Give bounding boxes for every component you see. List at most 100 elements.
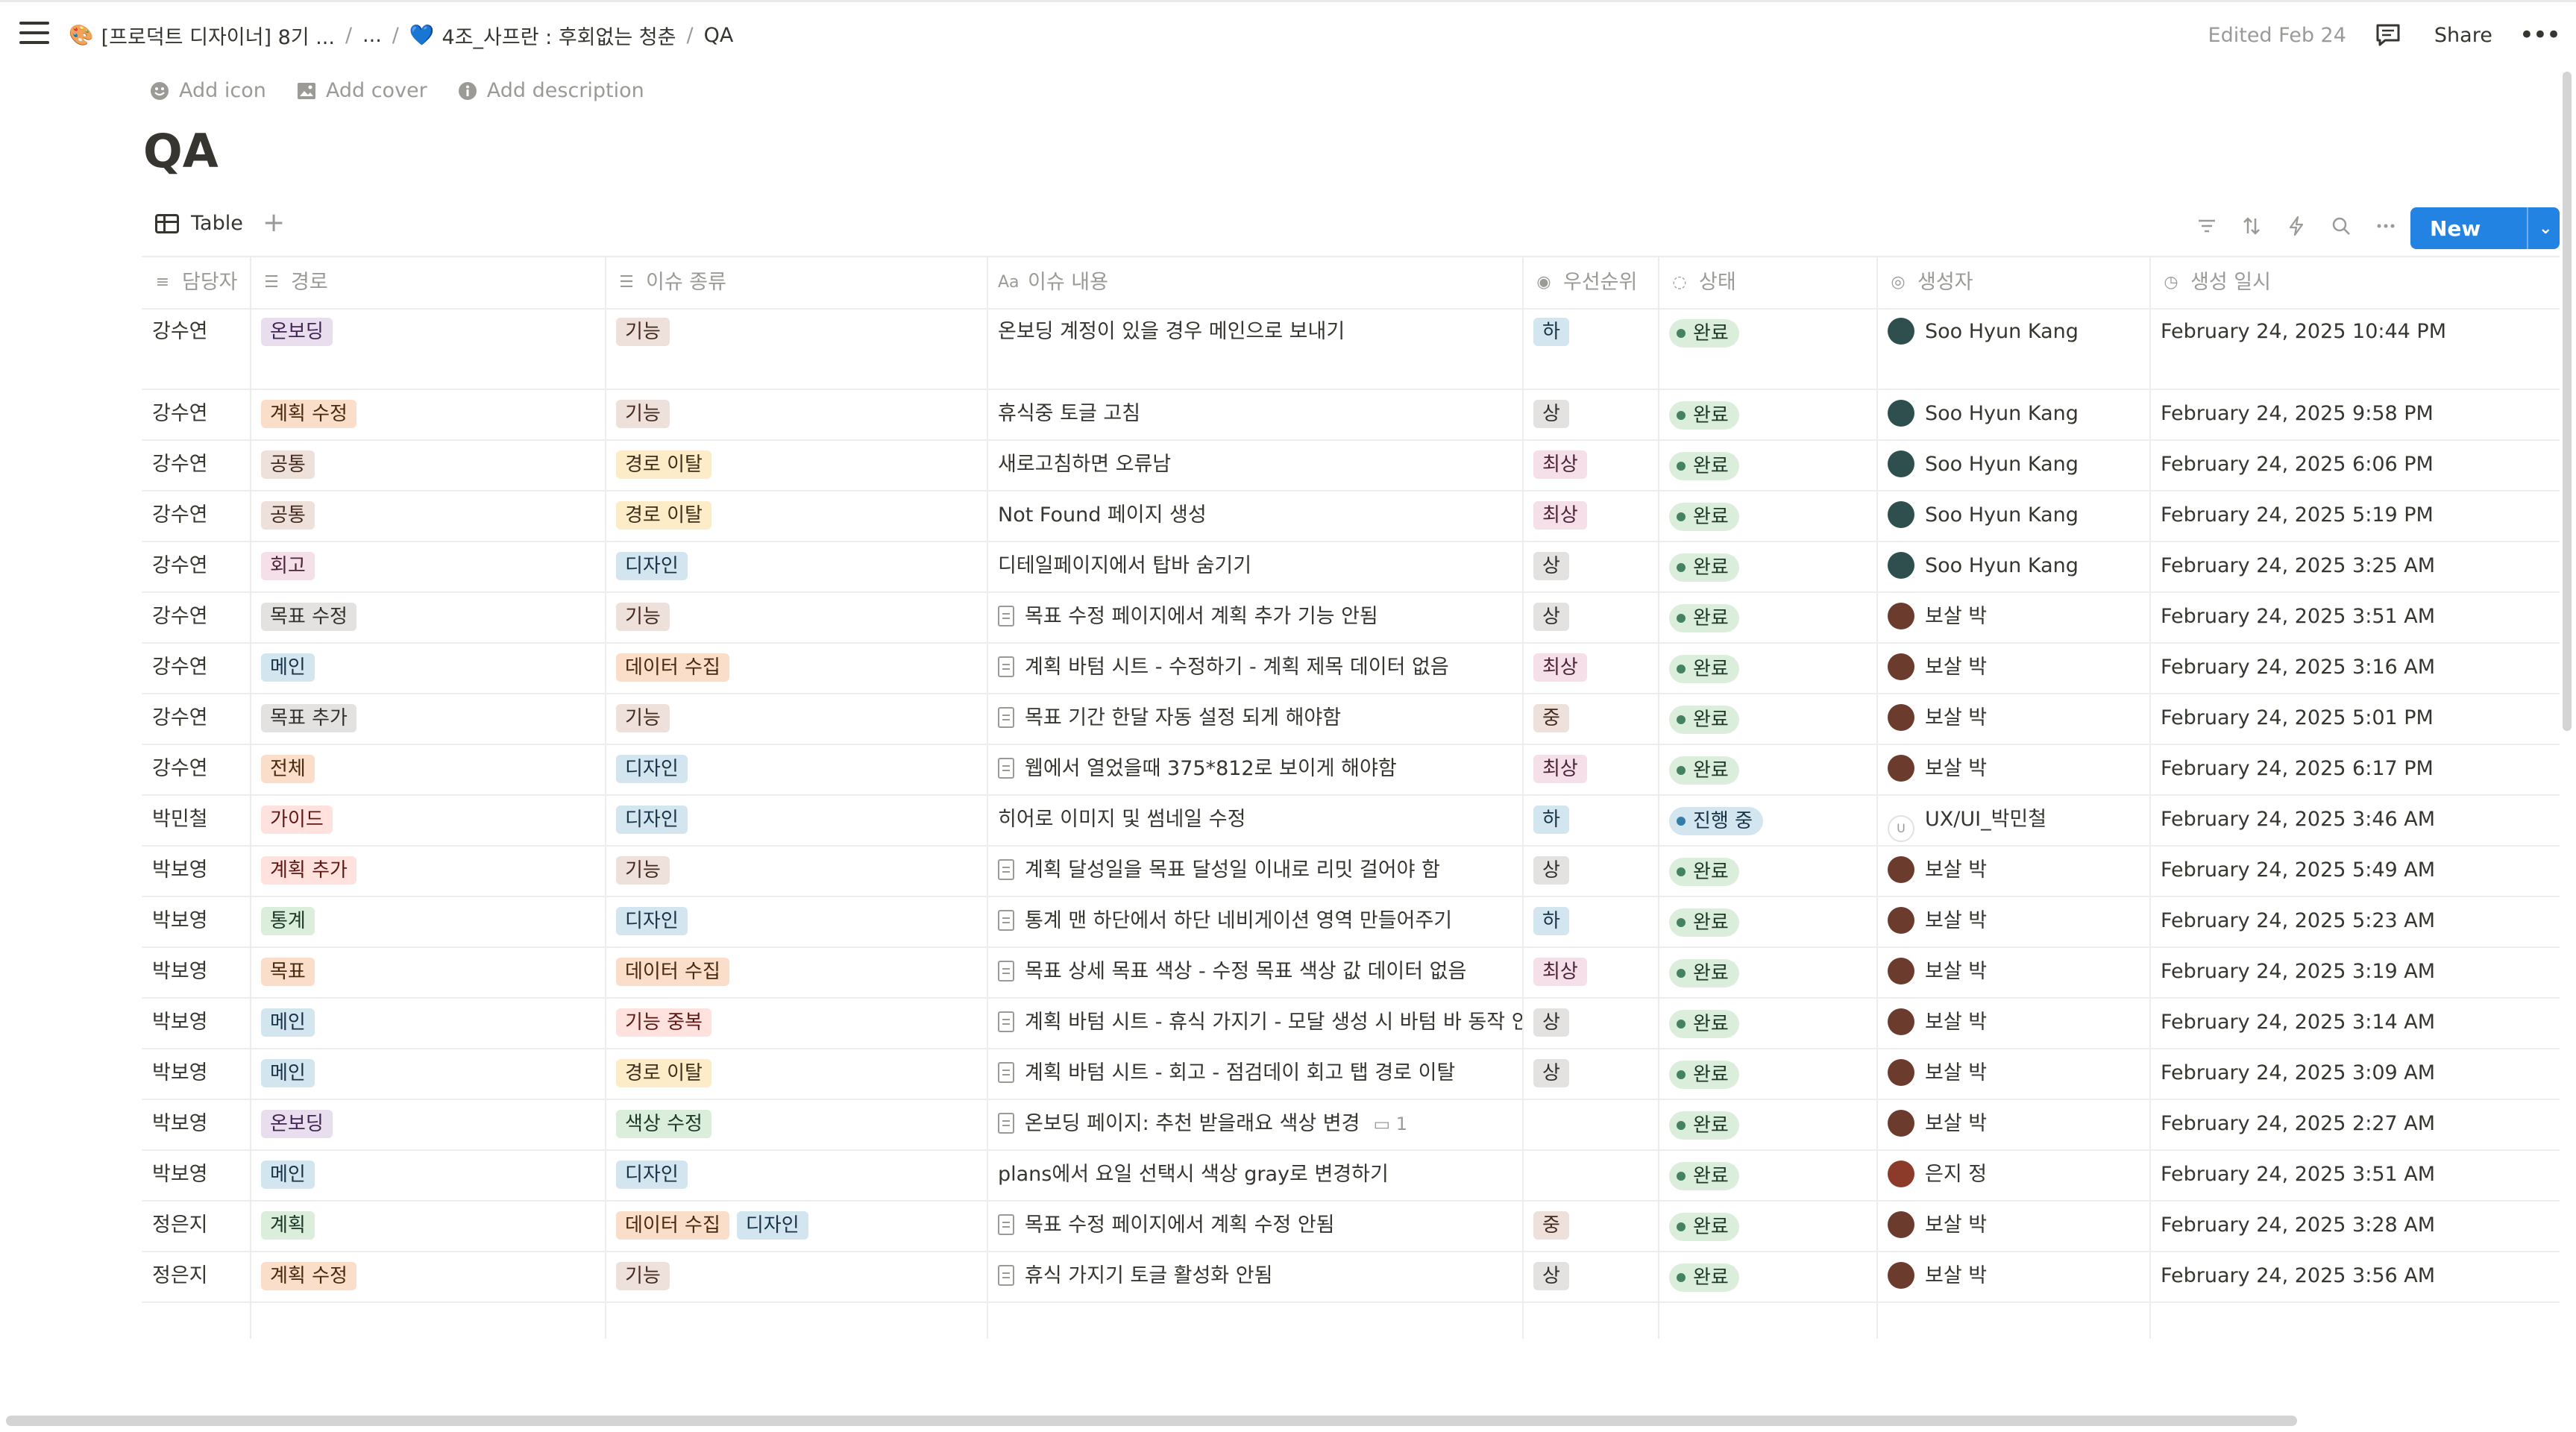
- created-time-cell[interactable]: February 24, 2025 6:06 PM: [2150, 439, 2560, 490]
- creator-cell[interactable]: 보살 박: [1877, 744, 2150, 794]
- sort-icon[interactable]: [2240, 215, 2263, 237]
- created-time-cell[interactable]: February 24, 2025 3:25 AM: [2150, 541, 2560, 591]
- status-cell[interactable]: 완료: [1659, 997, 1877, 1049]
- issue-title-cell[interactable]: 휴식 가지기 토글 활성화 안됨: [987, 1251, 1522, 1301]
- priority-cell[interactable]: 최상: [1523, 946, 1659, 997]
- table-row[interactable]: 박보영 계획 추가 기능 계획 달성일을 목표 달성일 이내로 리밋 걸어야 함 상 완료…: [142, 845, 2560, 897]
- comment-count[interactable]: 1: [1396, 1114, 1407, 1134]
- issue-title-text[interactable]: 계획 달성일을 목표 달성일 이내로 리밋 걸어야 함: [1025, 858, 1440, 882]
- issue-title-cell[interactable]: 목표 상세 목표 색상 - 수정 목표 색상 값 데이터 없음: [987, 946, 1522, 997]
- automation-bolt-icon[interactable]: [2285, 215, 2308, 237]
- column-header[interactable]: ☰ 이슈 종류: [606, 257, 987, 308]
- filter-icon[interactable]: [2196, 215, 2218, 237]
- chevron-down-icon[interactable]: ⌄: [2539, 219, 2552, 238]
- table-row[interactable]: 박보영 메인 경로 이탈 계획 바텀 시트 - 회고 - 점검데이 회고 탭 경로 이…: [142, 1048, 2560, 1100]
- assignee-cell[interactable]: 강수연: [142, 307, 251, 357]
- path-cell[interactable]: 목표 수정: [251, 591, 606, 642]
- table-row[interactable]: 박민철 가이드 디자인 히어로 이미지 및 썸네일 수정 하 진행 중 U UX/UI_박민철…: [142, 794, 2560, 847]
- created-time-cell[interactable]: February 24, 2025 3:16 AM: [2150, 642, 2560, 693]
- priority-cell[interactable]: 최상: [1523, 642, 1659, 693]
- status-cell[interactable]: 완료: [1659, 541, 1877, 592]
- priority-cell[interactable]: [1523, 1149, 1659, 1170]
- issue-kind-cell[interactable]: 경로 이탈: [606, 439, 987, 490]
- breadcrumb-current[interactable]: QA: [704, 24, 734, 47]
- issue-title-cell[interactable]: 계획 바텀 시트 - 휴식 가지기 - 모달 생성 시 바텀 바 동작 안되기: [987, 997, 1522, 1048]
- issue-title-cell[interactable]: 계획 바텀 시트 - 수정하기 - 계획 제목 데이터 없음: [987, 642, 1522, 693]
- issue-kind-cell[interactable]: 디자인: [606, 744, 987, 794]
- path-cell[interactable]: 계획 추가: [251, 845, 606, 896]
- new-button[interactable]: New ⌄: [2410, 207, 2560, 249]
- creator-cell[interactable]: 보살 박: [1877, 845, 2150, 896]
- add-icon-button[interactable]: Add icon: [149, 79, 266, 102]
- issue-kind-cell[interactable]: 색상 수정: [606, 1099, 987, 1149]
- status-cell[interactable]: 완료: [1659, 1251, 1877, 1302]
- issue-title-text[interactable]: 목표 수정 페이지에서 계획 수정 안됨: [1025, 1213, 1335, 1237]
- issue-title-cell[interactable]: 온보딩 페이지: 추천 받을래요 색상 변경 ▭ 1: [987, 1099, 1522, 1149]
- issue-title-text[interactable]: 웹에서 열었을때 375*812로 보이게 해야함: [1025, 757, 1397, 780]
- issue-title-cell[interactable]: plans에서 요일 선택시 색상 gray로 변경하기: [987, 1149, 1522, 1200]
- issue-kind-cell[interactable]: 경로 이탈: [606, 1048, 987, 1099]
- table-row[interactable]: 강수연 전체 디자인 웹에서 열었을때 375*812로 보이게 해야함 최상 완료 보살 …: [142, 744, 2560, 796]
- creator-cell[interactable]: Soo Hyun Kang: [1877, 439, 2150, 490]
- priority-cell[interactable]: 하: [1523, 896, 1659, 946]
- path-cell[interactable]: 온보딩: [251, 307, 606, 357]
- creator-cell[interactable]: 보살 박: [1877, 896, 2150, 946]
- path-cell[interactable]: 통계: [251, 896, 606, 946]
- status-cell[interactable]: 완료: [1659, 642, 1877, 694]
- more-options-icon[interactable]: •••: [2519, 20, 2561, 50]
- issue-kind-cell[interactable]: 기능: [606, 845, 987, 896]
- creator-cell[interactable]: 보살 박: [1877, 693, 2150, 744]
- table-row[interactable]: 박보영 목표 데이터 수집 목표 상세 목표 색상 - 수정 목표 색상 값 데이터 …: [142, 946, 2560, 999]
- issue-title-text[interactable]: 온보딩 페이지: 추천 받을래요 색상 변경: [1025, 1112, 1360, 1135]
- table-row[interactable]: 정은지 계획 수정 기능 휴식 가지기 토글 활성화 안됨 상 완료 보살 박 Februar…: [142, 1251, 2560, 1303]
- issue-title-cell[interactable]: 목표 수정 페이지에서 계획 수정 안됨: [987, 1200, 1522, 1251]
- created-time-cell[interactable]: February 24, 2025 3:51 AM: [2150, 1149, 2560, 1200]
- priority-cell[interactable]: 중: [1523, 1200, 1659, 1251]
- path-cell[interactable]: 메인: [251, 997, 606, 1048]
- issue-kind-cell[interactable]: 기능: [606, 591, 987, 642]
- priority-cell[interactable]: 상: [1523, 1048, 1659, 1099]
- column-header[interactable]: ≡ 담당자: [142, 257, 251, 308]
- breadcrumb-parent[interactable]: 4조_사프란 : 후회없는 청춘: [442, 21, 676, 50]
- created-time-cell[interactable]: February 24, 2025 2:27 AM: [2150, 1099, 2560, 1149]
- created-time-cell[interactable]: February 24, 2025 3:28 AM: [2150, 1200, 2560, 1251]
- creator-cell[interactable]: Soo Hyun Kang: [1877, 541, 2150, 591]
- assignee-cell[interactable]: 강수연: [142, 541, 251, 591]
- path-cell[interactable]: 공통: [251, 490, 606, 541]
- assignee-cell[interactable]: 강수연: [142, 439, 251, 490]
- status-cell[interactable]: 완료: [1659, 591, 1877, 643]
- priority-cell[interactable]: 상: [1523, 591, 1659, 642]
- priority-cell[interactable]: 상: [1523, 997, 1659, 1048]
- status-cell[interactable]: 진행 중: [1659, 794, 1877, 846]
- issue-kind-cell[interactable]: 디자인: [606, 896, 987, 946]
- menu-icon[interactable]: [19, 22, 49, 48]
- path-cell[interactable]: 계획 수정: [251, 1251, 606, 1301]
- assignee-cell[interactable]: 강수연: [142, 490, 251, 541]
- path-cell[interactable]: 목표: [251, 946, 606, 997]
- issue-kind-cell[interactable]: 기능: [606, 307, 987, 357]
- assignee-cell[interactable]: 강수연: [142, 744, 251, 794]
- path-cell[interactable]: 계획 수정: [251, 389, 606, 439]
- issue-kind-cell[interactable]: 기능 중복: [606, 997, 987, 1048]
- assignee-cell[interactable]: 박보영: [142, 845, 251, 896]
- issue-kind-cell[interactable]: 기능: [606, 1251, 987, 1301]
- table-row[interactable]: 강수연 공통 경로 이탈 Not Found 페이지 생성 최상 완료 Soo Hyun K…: [142, 490, 2560, 542]
- assignee-cell[interactable]: 박보영: [142, 1048, 251, 1099]
- issue-title-text[interactable]: 목표 수정 페이지에서 계획 추가 기능 안됨: [1025, 605, 1378, 628]
- creator-cell[interactable]: 보살 박: [1877, 997, 2150, 1048]
- assignee-cell[interactable]: 강수연: [142, 591, 251, 642]
- issue-kind-cell[interactable]: 데이터 수집 디자인: [606, 1200, 987, 1251]
- issue-kind-cell[interactable]: 경로 이탈: [606, 490, 987, 541]
- issue-title-text[interactable]: 계획 바텀 시트 - 휴식 가지기 - 모달 생성 시 바텀 바 동작 안되기: [1025, 1011, 1522, 1034]
- created-time-cell[interactable]: February 24, 2025 5:19 PM: [2150, 490, 2560, 541]
- path-cell[interactable]: 메인: [251, 1149, 606, 1200]
- status-cell[interactable]: 완료: [1659, 1099, 1877, 1150]
- assignee-cell[interactable]: 정은지: [142, 1251, 251, 1301]
- issue-title-cell[interactable]: 계획 달성일을 목표 달성일 이내로 리밋 걸어야 함: [987, 845, 1522, 896]
- created-time-cell[interactable]: February 24, 2025 9:58 PM: [2150, 389, 2560, 439]
- issue-title-text[interactable]: 목표 기간 한달 자동 설정 되게 해야함: [1025, 706, 1341, 729]
- created-time-cell[interactable]: February 24, 2025 3:46 AM: [2150, 794, 2560, 845]
- assignee-cell[interactable]: 박보영: [142, 896, 251, 946]
- creator-cell[interactable]: 보살 박: [1877, 1200, 2150, 1251]
- assignee-cell[interactable]: 강수연: [142, 642, 251, 693]
